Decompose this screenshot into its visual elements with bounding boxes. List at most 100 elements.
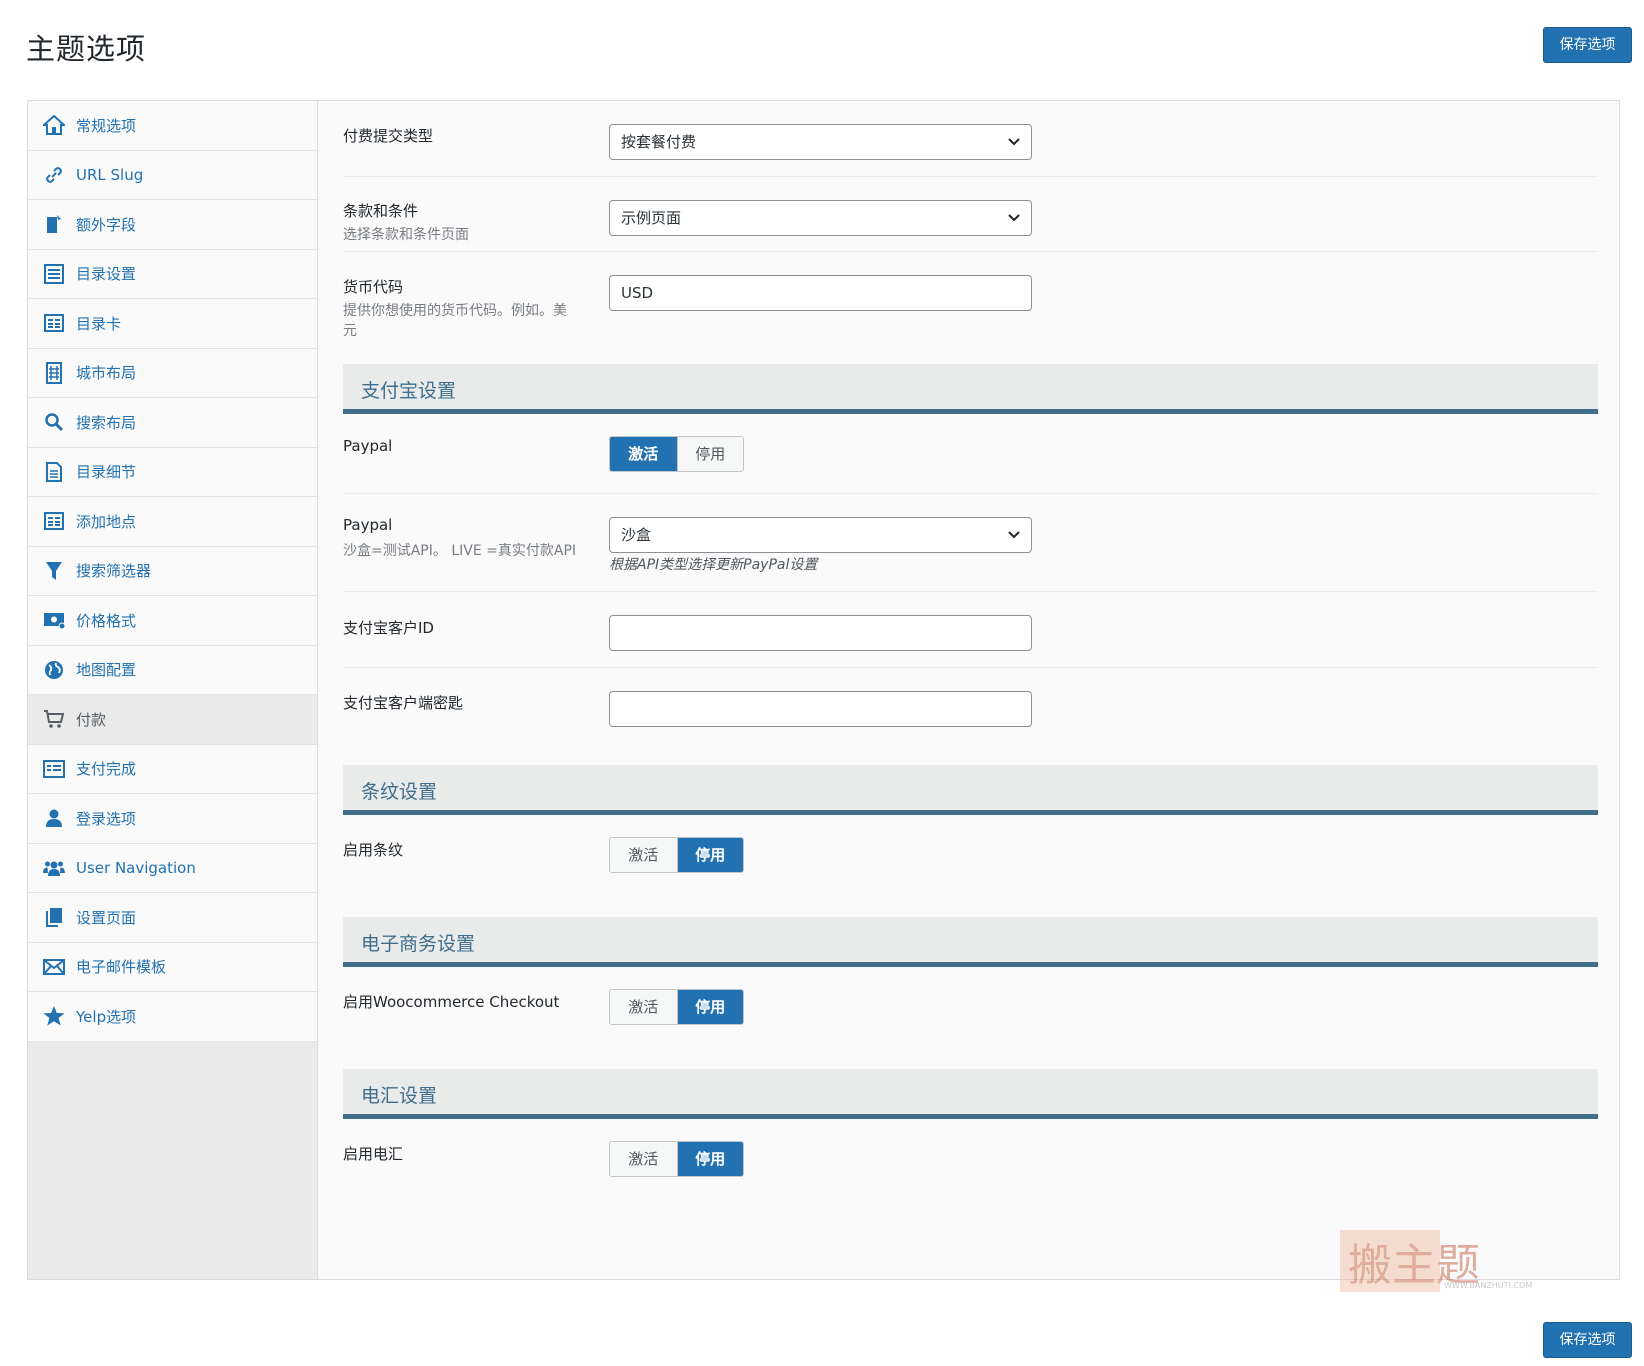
alipay-client-id-label: 支付宝客户ID <box>343 619 434 637</box>
toggle-activate[interactable]: 激活 <box>610 838 677 872</box>
home-group-icon <box>42 113 66 137</box>
toggle-deactivate[interactable]: 停用 <box>676 1142 743 1176</box>
sidebar-item-label: 目录卡 <box>76 314 122 333</box>
wire-toggle[interactable]: 激活 停用 <box>609 1141 744 1177</box>
sidebar-item-email-templates[interactable]: 电子邮件模板 <box>28 942 317 992</box>
sidebar-item-directory-card[interactable]: 目录卡 <box>28 299 317 349</box>
toggle-deactivate[interactable]: 停用 <box>676 437 743 471</box>
sidebar-item-label: 电子邮件模板 <box>76 958 167 977</box>
wire-toggle-label: 启用电汇 <box>343 1145 404 1163</box>
alipay-client-id-row: 支付宝客户ID <box>343 592 1598 668</box>
woo-toggle[interactable]: 激活 停用 <box>609 989 744 1025</box>
sidebar-item-yelp-options[interactable]: Yelp选项 <box>28 992 317 1042</box>
sidebar-item-url-slug[interactable]: URL Slug <box>28 150 317 200</box>
chevron-down-icon <box>1008 138 1020 146</box>
payment-type-row: 付费提交类型 按套餐付费 <box>343 101 1598 177</box>
stripe-toggle-row: 启用条纹 激活 停用 <box>343 820 1598 900</box>
globe-icon <box>42 658 66 682</box>
sidebar-item-label: 价格格式 <box>76 611 137 630</box>
paypal-api-row: Paypal 沙盒=测试API。 LIVE =真实付款API 沙盒 根据API类… <box>343 494 1598 592</box>
mail-icon <box>42 955 66 979</box>
alipay-client-id-input[interactable] <box>609 615 1032 651</box>
sidebar-item-settings-page[interactable]: 设置页面 <box>28 893 317 943</box>
sidebar-item-payment[interactable]: 付款 <box>28 695 317 745</box>
payment-type-select[interactable]: 按套餐付费 <box>609 124 1032 160</box>
paypal-api-select[interactable]: 沙盒 <box>609 517 1032 553</box>
sidebar-item-label: 城市布局 <box>76 364 137 383</box>
sidebar-item-payment-complete[interactable]: 支付完成 <box>28 744 317 794</box>
section-title: 电汇设置 <box>361 1085 438 1107</box>
pages-icon <box>42 905 66 929</box>
users-icon <box>42 856 66 880</box>
section-title: 电子商务设置 <box>361 933 476 955</box>
sidebar-item-user-navigation[interactable]: User Navigation <box>28 843 317 893</box>
section-title: 支付宝设置 <box>361 380 457 402</box>
paypal-toggle-row: Paypal 激活 停用 <box>343 419 1598 494</box>
paypal-api-label: Paypal <box>343 516 393 534</box>
link-icon <box>42 163 66 187</box>
sidebar-item-label: 地图配置 <box>76 661 137 680</box>
sidebar-item-label: 目录细节 <box>76 463 137 482</box>
save-options-button-bottom[interactable]: 保存选项 <box>1543 1322 1632 1358</box>
sidebar-item-label: 设置页面 <box>76 908 137 927</box>
alipay-client-key-input[interactable] <box>609 691 1032 727</box>
sidebar-item-label: 支付完成 <box>76 760 137 779</box>
toggle-activate[interactable]: 激活 <box>610 990 677 1024</box>
toggle-activate[interactable]: 激活 <box>610 437 677 471</box>
watermark-url: WWW.BANZHUTI.COM <box>1444 1281 1532 1290</box>
sidebar-item-label: 常规选项 <box>76 116 137 135</box>
sidebar-item-login-options[interactable]: 登录选项 <box>28 794 317 844</box>
toggle-deactivate[interactable]: 停用 <box>676 990 743 1024</box>
woo-toggle-label: 启用Woocommerce Checkout <box>343 993 560 1011</box>
woo-toggle-row: 启用Woocommerce Checkout 激活 停用 <box>343 972 1598 1052</box>
toggle-deactivate[interactable]: 停用 <box>676 838 743 872</box>
terms-value: 示例页面 <box>621 209 682 227</box>
wire-section-header: 电汇设置 <box>343 1069 1598 1119</box>
building-icon <box>42 361 66 385</box>
currency-desc: 提供你想使用的货币代码。例如。美元 <box>343 303 567 339</box>
stripe-toggle-label: 启用条纹 <box>343 841 404 859</box>
sidebar-item-search-filter[interactable]: 搜索筛选器 <box>28 546 317 596</box>
alipay-section-header: 支付宝设置 <box>343 364 1598 414</box>
currency-row: 货币代码 提供你想使用的货币代码。例如。美元 USD <box>343 252 1598 347</box>
sidebar-item-city-layout[interactable]: 城市布局 <box>28 348 317 398</box>
sidebar-item-search-layout[interactable]: 搜索布局 <box>28 398 317 448</box>
sidebar-item-label: 目录设置 <box>76 265 137 284</box>
sidebar-item-general[interactable]: 常规选项 <box>28 101 317 151</box>
card-grid-icon <box>42 311 66 335</box>
list-icon <box>42 262 66 286</box>
sidebar-item-label: User Navigation <box>76 858 196 877</box>
section-title: 条纹设置 <box>361 781 438 803</box>
sidebar-item-label: 付款 <box>76 710 107 729</box>
sidebar-item-extra-fields[interactable]: 额外字段 <box>28 200 317 250</box>
page-title: 主题选项 <box>26 32 147 66</box>
terms-select[interactable]: 示例页面 <box>609 200 1032 236</box>
alipay-client-key-label: 支付宝客户端密匙 <box>343 694 464 712</box>
currency-input[interactable]: USD <box>609 275 1032 311</box>
sidebar-item-label: 搜索筛选器 <box>76 562 152 581</box>
sidebar-item-add-location[interactable]: 添加地点 <box>28 497 317 547</box>
paypal-toggle[interactable]: 激活 停用 <box>609 436 744 472</box>
terms-desc: 选择条款和条件页面 <box>343 227 469 243</box>
card-grid-icon <box>42 509 66 533</box>
payment-type-label: 付费提交类型 <box>343 127 434 145</box>
sidebar-item-map-config[interactable]: 地图配置 <box>28 645 317 695</box>
options-sidebar: 常规选项 URL Slug 额外字段 目录设置 目录卡 城市布局 搜索布局 目录… <box>28 101 318 1279</box>
currency-label: 货币代码 <box>343 278 404 296</box>
sidebar-item-directory-detail[interactable]: 目录细节 <box>28 447 317 497</box>
cart-icon <box>42 707 66 731</box>
save-options-button-top[interactable]: 保存选项 <box>1543 27 1632 63</box>
user-icon <box>42 806 66 830</box>
terms-label: 条款和条件 <box>343 202 419 220</box>
sidebar-item-label: 搜索布局 <box>76 413 137 432</box>
paypal-api-desc: 沙盒=测试API。 LIVE =真实付款API <box>343 543 577 559</box>
ecommerce-section-header: 电子商务设置 <box>343 917 1598 967</box>
sidebar-item-directory-settings[interactable]: 目录设置 <box>28 249 317 299</box>
search-icon <box>42 410 66 434</box>
sidebar-item-price-format[interactable]: 价格格式 <box>28 596 317 646</box>
stripe-toggle[interactable]: 激活 停用 <box>609 837 744 873</box>
payment-type-value: 按套餐付费 <box>621 133 697 151</box>
toggle-activate[interactable]: 激活 <box>610 1142 677 1176</box>
paypal-toggle-label: Paypal <box>343 437 393 455</box>
sidebar-item-label: 登录选项 <box>76 809 137 828</box>
